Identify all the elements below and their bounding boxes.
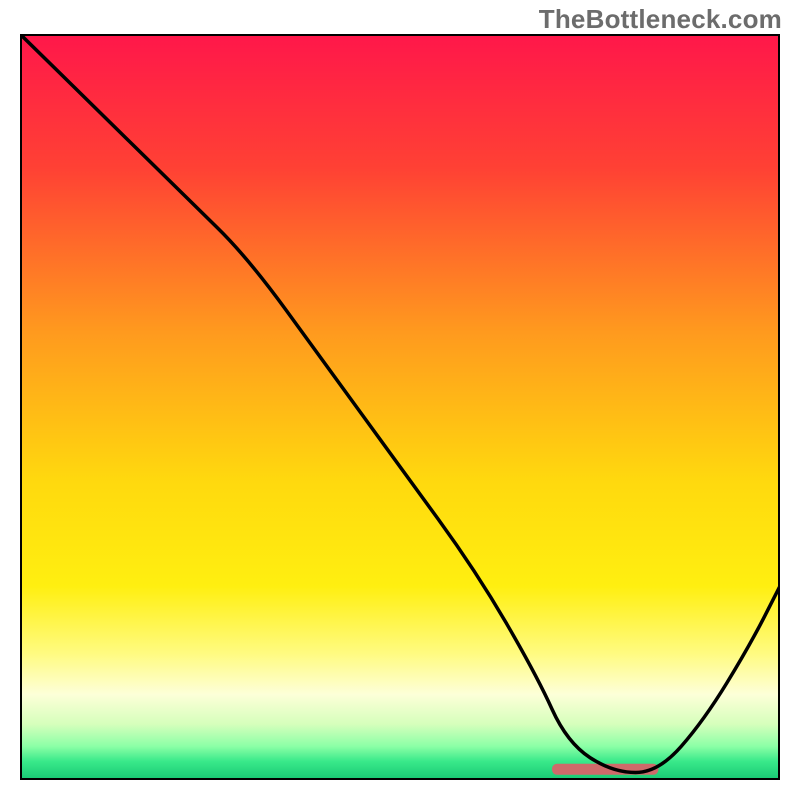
chart-stage: TheBottleneck.com [0,0,800,800]
watermark-text: TheBottleneck.com [539,4,782,35]
plot-frame [20,34,780,780]
chart-svg [20,34,780,780]
